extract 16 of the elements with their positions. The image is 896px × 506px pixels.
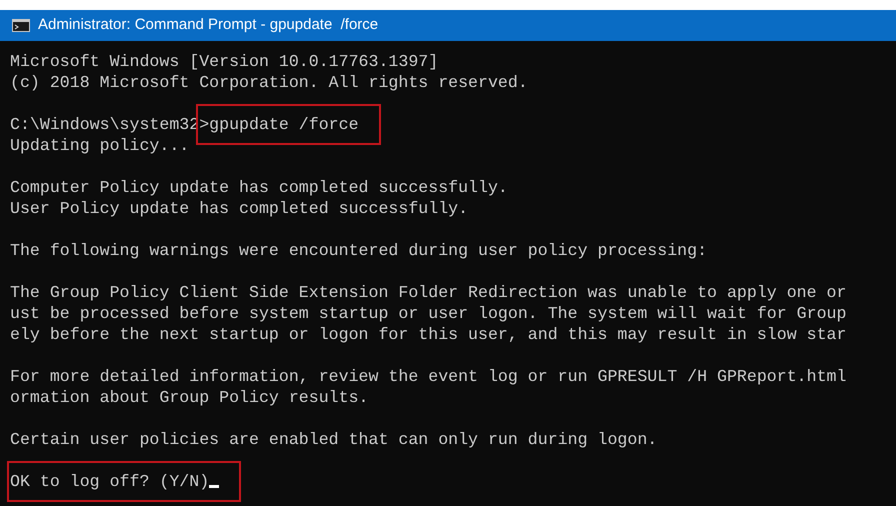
highlighted-text: >gpupdate /force xyxy=(196,104,381,145)
console-line: (c) 2018 Microsoft Corporation. All rights reserved. xyxy=(10,72,528,93)
console-line: Certain user policies are enabled that can only run during logon. xyxy=(10,429,658,450)
console-line: Updating policy... xyxy=(10,135,190,156)
console-line: ormation about Group Policy results. xyxy=(10,387,368,408)
console-line: ely before the next startup or logon for this user, and this may result in slow star xyxy=(10,324,846,345)
console-line: ust be processed before system startup or user logon. The system will wait for Group xyxy=(10,303,846,324)
highlighted-text: OK to log off? (Y/N) xyxy=(7,461,242,502)
console-line: The following warnings were encountered during user policy processing: xyxy=(10,240,708,261)
window-title: Administrator: Command Prompt - gpupdate /force xyxy=(38,15,378,36)
console-line: Computer Policy update has completed successfully. xyxy=(10,177,508,198)
console-icon xyxy=(12,19,30,32)
console-line: For more detailed information, review the event log or run GPRESULT /H GPReport.html xyxy=(10,366,846,387)
console-line: The Group Policy Client Side Extension Folder Redirection was unable to apply one or xyxy=(10,282,846,303)
console-line: Microsoft Windows [Version 10.0.17763.1397] xyxy=(10,51,438,72)
console-line: User Policy update has completed successfully. xyxy=(10,198,468,219)
